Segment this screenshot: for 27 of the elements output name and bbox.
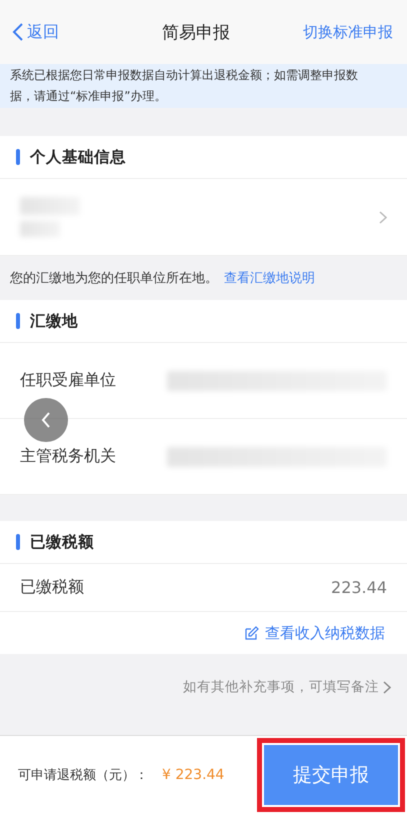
row-label: 已缴税额 [20, 577, 84, 598]
location-help-link[interactable]: 查看汇缴地说明 [224, 269, 315, 287]
edit-icon [245, 626, 259, 640]
section-title: 个人基础信息 [30, 146, 126, 168]
back-icon [41, 412, 51, 428]
section-marker [16, 534, 20, 550]
section-marker [16, 149, 20, 165]
chevron-icon [383, 680, 391, 694]
page-title: 简易申报 [161, 22, 231, 44]
section-marker [16, 313, 20, 329]
back-button[interactable]: 返回 [12, 22, 59, 42]
row-label: 主管税务机关 [20, 446, 116, 467]
row-label: 任职受雇单位 [20, 370, 116, 391]
back-icon [12, 23, 23, 41]
row-value: 223.44 [331, 578, 387, 597]
back-label[interactable]: 返回 [27, 22, 59, 42]
section-title: 已缴税额 [30, 532, 94, 552]
submit-button[interactable]: 提交申报 [264, 745, 398, 805]
chevron-icon [379, 210, 387, 224]
remark-link[interactable]: 如有其他补充事项，可填写备注 [183, 678, 391, 696]
refund-label: 可申请退税额（元）： [18, 767, 148, 784]
income-data-link[interactable]: 查看收入纳税数据 [265, 624, 385, 642]
section-title: 汇缴地 [30, 310, 78, 332]
notice-text: 系统已根据您日常申报数据自动计算出退税金额；如需调整申报数据，请通过“标准申报”办理。 [0, 64, 407, 108]
switch-standard-link[interactable]: 切换标准申报 [303, 22, 393, 42]
location-note: 您的汇缴地为您的任职单位所在地。 [10, 270, 218, 287]
refund-amount: ¥ 223.44 [162, 767, 224, 783]
